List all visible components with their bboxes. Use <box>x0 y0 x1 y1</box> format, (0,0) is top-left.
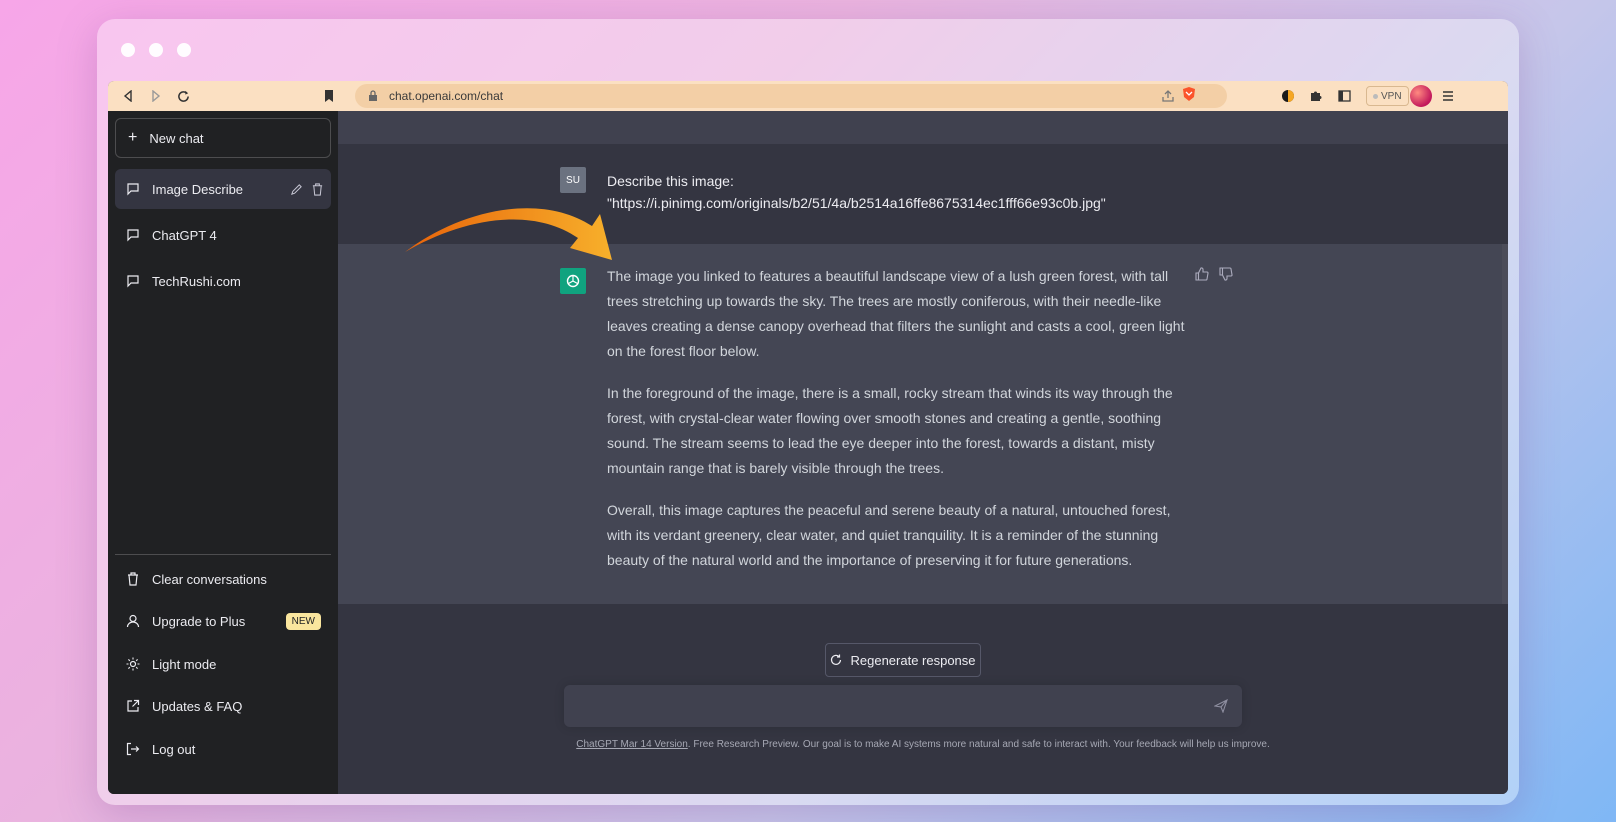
vpn-label: VPN <box>1381 90 1402 102</box>
conversation-item-chatgpt-4[interactable]: ChatGPT 4 <box>115 215 331 255</box>
chat-top-band <box>338 111 1508 144</box>
vpn-status-icon <box>1373 93 1378 99</box>
menu-label: Light mode <box>152 656 217 672</box>
sidebar: + New chat Image Describe ChatGPT 4 Tech… <box>108 111 338 794</box>
profile-avatar[interactable] <box>1410 85 1432 107</box>
trash-icon[interactable] <box>311 182 324 196</box>
plus-icon: + <box>128 129 138 146</box>
assistant-message: The image you linked to features a beaut… <box>338 244 1508 604</box>
assistant-message-text: The image you linked to features a beaut… <box>607 264 1187 590</box>
reload-icon[interactable] <box>175 88 191 104</box>
chat-bubble-icon <box>127 183 139 196</box>
menu-label: Upgrade to Plus <box>152 613 246 629</box>
regenerate-response-button[interactable]: Regenerate response <box>825 643 981 677</box>
assistant-paragraph: In the foreground of the image, there is… <box>607 385 1173 476</box>
footer-disclaimer: ChatGPT Mar 14 Version. Free Research Pr… <box>338 739 1508 750</box>
chatgpt-app: + New chat Image Describe ChatGPT 4 Tech… <box>108 111 1508 794</box>
user-icon <box>126 614 140 628</box>
new-badge: NEW <box>285 612 321 630</box>
regenerate-label: Regenerate response <box>850 652 976 668</box>
chat-main: SU Describe this image: "https://i.pinim… <box>338 111 1508 794</box>
conversation-label: ChatGPT 4 <box>152 227 217 243</box>
assistant-paragraph: Overall, this image captures the peacefu… <box>607 502 1171 568</box>
assistant-paragraph: The image you linked to features a beaut… <box>607 268 1185 359</box>
back-icon[interactable] <box>120 88 136 104</box>
chatgpt-logo-icon <box>560 268 586 294</box>
user-message-line1: Describe this image: <box>607 173 734 189</box>
lock-icon <box>369 90 377 101</box>
chat-bubble-icon <box>127 229 139 242</box>
updates-faq-link[interactable]: Updates & FAQ <box>115 687 331 725</box>
vpn-button[interactable]: VPN <box>1366 86 1409 106</box>
thumbs-up-icon[interactable] <box>1195 267 1209 281</box>
url-text: chat.openai.com/chat <box>389 89 504 103</box>
window-maximize-dot[interactable] <box>177 43 191 57</box>
footer-text: . Free Research Preview. Our goal is to … <box>687 739 1270 750</box>
conversation-label: TechRushi.com <box>152 273 241 289</box>
extension-rewards-icon[interactable] <box>1280 88 1296 104</box>
window-close-dot[interactable] <box>121 43 135 57</box>
user-message-line2: "https://i.pinimg.com/originals/b2/51/4a… <box>607 195 1106 211</box>
feedback-buttons <box>1195 267 1233 281</box>
edit-icon[interactable] <box>290 183 303 196</box>
refresh-icon <box>831 654 842 665</box>
trash-icon <box>128 572 138 586</box>
user-avatar: SU <box>560 167 586 193</box>
chat-scrollbar[interactable] <box>1502 244 1508 604</box>
brave-shield-icon[interactable] <box>1181 86 1197 102</box>
thumbs-down-icon[interactable] <box>1219 267 1233 281</box>
window-minimize-dot[interactable] <box>149 43 163 57</box>
version-link[interactable]: ChatGPT Mar 14 Version <box>576 739 688 750</box>
conversation-item-techrushi[interactable]: TechRushi.com <box>115 261 331 301</box>
upgrade-to-plus-button[interactable]: Upgrade to Plus NEW <box>115 602 331 640</box>
sidebar-toggle-icon[interactable] <box>1336 88 1352 104</box>
forward-icon[interactable] <box>148 88 164 104</box>
conversation-label: Image Describe <box>152 181 244 197</box>
message-input[interactable] <box>564 685 1242 727</box>
browser-window: chat.openai.com/chat VPN + New chat Imag… <box>108 81 1508 794</box>
browser-toolbar: chat.openai.com/chat VPN <box>108 81 1508 111</box>
clear-conversations-button[interactable]: Clear conversations <box>115 560 331 598</box>
log-out-button[interactable]: Log out <box>115 730 331 768</box>
new-chat-label: New chat <box>149 130 204 146</box>
address-bar[interactable]: chat.openai.com/chat <box>355 84 1227 108</box>
send-icon[interactable] <box>1214 699 1228 713</box>
menu-label: Log out <box>152 741 196 757</box>
sun-icon <box>126 657 140 671</box>
menu-label: Clear conversations <box>152 571 267 587</box>
user-message: SU Describe this image: "https://i.pinim… <box>338 144 1508 244</box>
share-icon[interactable] <box>1161 89 1175 103</box>
bookmark-icon[interactable] <box>321 88 337 104</box>
menu-icon[interactable] <box>1440 88 1456 104</box>
menu-label: Updates & FAQ <box>152 698 243 714</box>
user-message-text: Describe this image: "https://i.pinimg.c… <box>607 170 1106 214</box>
conversation-item-image-describe[interactable]: Image Describe <box>115 169 331 209</box>
new-chat-button[interactable]: + New chat <box>115 118 331 158</box>
extensions-puzzle-icon[interactable] <box>1308 88 1324 104</box>
light-mode-button[interactable]: Light mode <box>115 645 331 683</box>
external-link-icon <box>127 699 140 712</box>
app-window-frame: chat.openai.com/chat VPN + New chat Imag… <box>97 19 1519 805</box>
sidebar-divider <box>115 554 331 555</box>
window-controls <box>121 43 191 57</box>
chat-bubble-icon <box>127 275 139 288</box>
logout-icon <box>126 742 140 756</box>
